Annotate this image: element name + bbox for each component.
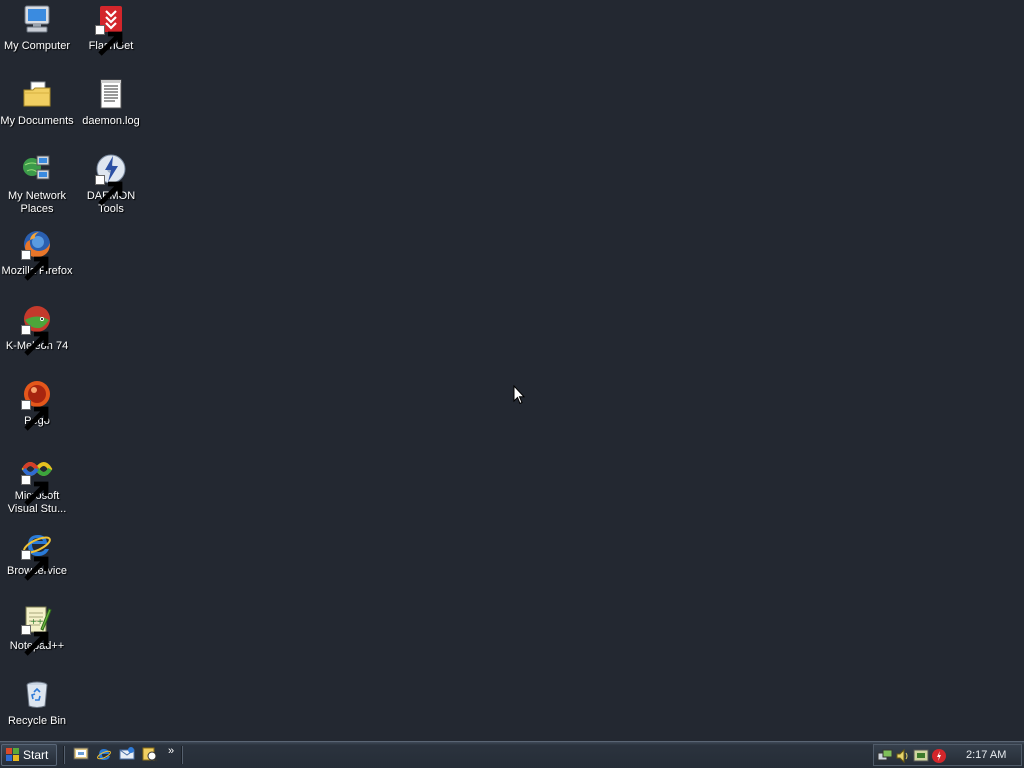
visual-studio-icon (21, 453, 53, 506)
desktop-icon-daemon-log[interactable]: daemon.log (74, 77, 148, 149)
desktop-icon-recycle-bin[interactable]: Recycle Bin (0, 677, 74, 749)
taskbar: Start » 2:17 AM (0, 741, 1024, 768)
display-tray-icon[interactable] (913, 748, 929, 764)
desktop-icon-notepad-plus-plus[interactable]: ++ Notepad++ (0, 602, 74, 674)
windows-media-icon[interactable] (142, 746, 158, 762)
notepad-plus-plus-icon: ++ (21, 603, 53, 656)
shortcut-arrow-icon (21, 400, 49, 431)
shortcut-arrow-icon (21, 475, 49, 506)
start-label: Start (23, 748, 49, 762)
desktop-icon-label: Recycle Bin (7, 715, 67, 727)
desktop-icon-browservice[interactable]: Browservice (0, 527, 74, 599)
windows-logo-icon (6, 748, 19, 761)
volume-tray-icon[interactable] (895, 748, 911, 764)
shortcut-arrow-icon (21, 325, 49, 356)
desktop[interactable]: My Computer FlashGet My Documents daemon… (0, 0, 1024, 741)
desktop-icon-pego[interactable]: Pego (0, 377, 74, 449)
computer-icon (21, 3, 53, 35)
shortcut-arrow-icon (95, 25, 123, 56)
shortcut-arrow-icon (21, 550, 49, 581)
desktop-icon-my-computer[interactable]: My Computer (0, 2, 74, 74)
network-places-icon (21, 153, 53, 185)
desktop-icon-my-documents[interactable]: My Documents (0, 77, 74, 149)
desktop-icon-visual-studio[interactable]: Microsoft Visual Stu... (0, 452, 74, 524)
desktop-icon-flashget[interactable]: FlashGet (74, 2, 148, 74)
desktop-icon-daemon-tools[interactable]: DAEMON Tools (74, 152, 148, 224)
system-clock[interactable]: 2:17 AM (966, 749, 1006, 761)
folder-documents-icon (21, 78, 53, 110)
start-button[interactable]: Start (1, 744, 57, 766)
desktop-icon-my-network-places[interactable]: My Network Places (0, 152, 74, 224)
antivirus-tray-icon[interactable] (931, 748, 947, 764)
shortcut-arrow-icon (95, 175, 123, 206)
desktop-icon-k-meleon[interactable]: K-Meleon 74 (0, 302, 74, 374)
desktop-icon-label: My Network Places (7, 190, 67, 215)
internet-explorer-icon (21, 528, 53, 581)
quick-launch-chevron[interactable]: » (168, 745, 174, 757)
flashget-icon (95, 3, 127, 56)
outlook-express-icon[interactable] (119, 746, 135, 762)
desktop-icon-mozilla-firefox[interactable]: Mozilla Firefox (0, 227, 74, 299)
recycle-bin-icon (21, 678, 53, 710)
daemon-tools-icon (95, 153, 127, 206)
mouse-pointer-icon (513, 385, 525, 405)
network-tray-icon[interactable] (877, 748, 893, 764)
show-desktop-icon[interactable] (73, 746, 89, 762)
firefox-icon (21, 228, 53, 281)
svg-text:++: ++ (30, 617, 43, 626)
desktop-icon-label: My Computer (3, 40, 71, 52)
internet-explorer-icon[interactable] (96, 746, 112, 762)
quick-launch-separator (63, 746, 65, 764)
shortcut-arrow-icon (21, 625, 49, 656)
shortcut-arrow-icon (21, 250, 49, 281)
pego-icon (21, 378, 53, 431)
system-tray: 2:17 AM (873, 744, 1022, 766)
k-meleon-icon (21, 303, 53, 356)
desktop-icon-label: daemon.log (82, 115, 140, 127)
desktop-icon-label: My Documents (0, 115, 74, 127)
quick-launch-separator (181, 746, 183, 764)
text-file-icon (95, 78, 127, 110)
